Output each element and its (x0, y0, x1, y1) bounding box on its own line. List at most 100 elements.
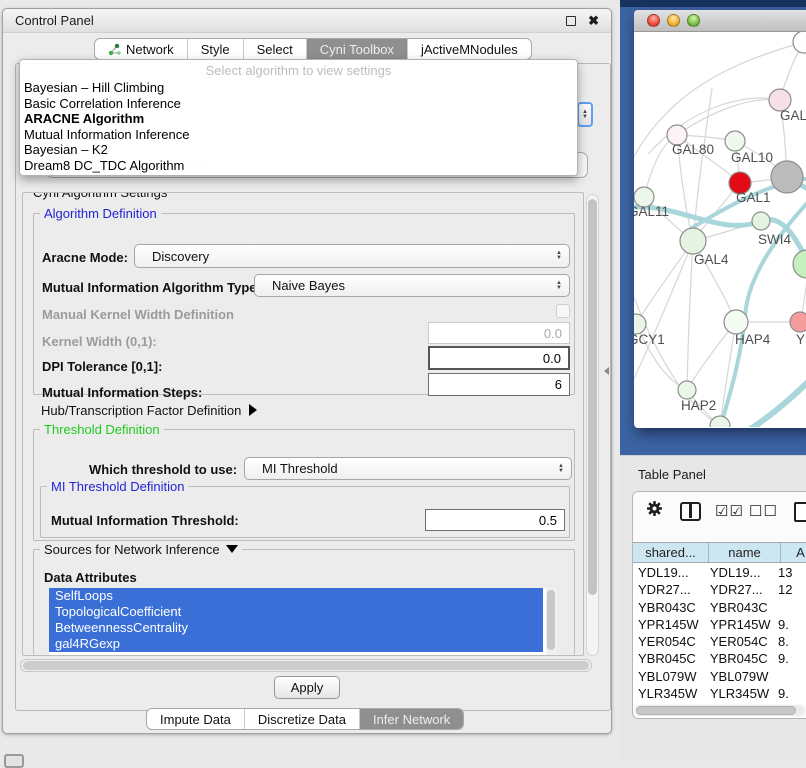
network-edge[interactable] (636, 241, 693, 324)
kernel-width-field[interactable]: 0.0 (428, 322, 570, 344)
mi-steps-label: Mutual Information Steps: (42, 385, 202, 400)
mi-threshold-field[interactable]: 0.5 (425, 509, 565, 531)
node-label-gal11: GAL11 (634, 204, 669, 219)
mi-type-value: Naive Bayes (272, 278, 345, 293)
algorithm-dropdown: Select algorithm to view settings Bayesi… (19, 59, 578, 176)
table-row[interactable]: YPR145WYPR145W9. (633, 616, 806, 633)
table-row[interactable]: YDL19...YDL19...13 (633, 564, 806, 581)
attribute-item-gal4rgexp[interactable]: gal4RGexp (49, 636, 543, 652)
table-cell: YPR145W (633, 616, 705, 633)
table-row[interactable]: YLR345WYLR345W9. (633, 685, 806, 702)
network-node-gal10[interactable] (725, 131, 745, 151)
column-header-a[interactable]: A (781, 543, 806, 562)
dpi-tolerance-value: 0.0 (543, 351, 561, 366)
table-row[interactable]: YER054CYER054C8. (633, 633, 806, 650)
mac-close-button[interactable] (647, 14, 660, 27)
tab-infer-network[interactable]: Infer Network (359, 709, 463, 729)
float-window-icon[interactable] (566, 16, 576, 26)
network-edge[interactable] (687, 241, 693, 390)
algorithm-option-bayesian-k2[interactable]: Bayesian – K2 (20, 142, 577, 158)
select-all-icon[interactable]: ☑☑ (715, 502, 744, 521)
node-label-hap4: HAP4 (735, 332, 771, 347)
table-cell: YIL052C (705, 702, 773, 704)
table-horizontal-scrollbar[interactable] (635, 705, 805, 716)
attribute-item-selfloops[interactable]: SelfLoops (49, 588, 543, 604)
table-panel-title: Table Panel (638, 467, 706, 482)
algorithm-option-dream8-dc-tdc-algorithm[interactable]: Dream8 DC_TDC Algorithm (20, 158, 577, 174)
which-threshold-label: Which threshold to use: (89, 462, 237, 477)
network-node[interactable] (793, 32, 806, 53)
manual-kernel-checkbox[interactable] (556, 304, 570, 318)
kernel-width-value: 0.0 (544, 326, 562, 341)
network-node-y[interactable] (790, 312, 806, 332)
deselect-all-icon[interactable]: ☐☐ (749, 502, 778, 521)
columns-icon[interactable] (680, 502, 701, 521)
algorithm-option-mutual-information-inference[interactable]: Mutual Information Inference (20, 127, 577, 143)
table-cell: YBR043C (633, 599, 705, 616)
mac-zoom-button[interactable] (687, 14, 700, 27)
data-attributes-list[interactable]: SelfLoopsTopologicalCoefficientBetweenne… (49, 588, 557, 656)
close-icon[interactable]: ✖ (588, 16, 599, 26)
tab-network[interactable]: Network (95, 39, 187, 59)
sources-group-title[interactable]: Sources for Network Inference (40, 542, 242, 557)
network-node-swi4[interactable] (752, 212, 770, 230)
dpi-tolerance-field[interactable]: 0.0 (428, 346, 570, 370)
table-cell: 9. (773, 702, 806, 704)
mi-steps-field[interactable]: 6 (428, 373, 570, 396)
tab-label: Infer Network (373, 712, 450, 727)
network-node-gcy1[interactable] (634, 314, 646, 334)
table-cell: 12 (773, 581, 806, 598)
network-node-hap4[interactable] (724, 310, 748, 334)
table-row[interactable]: YIL052CYIL052C9. (633, 702, 806, 704)
tab-label: Style (201, 42, 230, 57)
gear-icon[interactable] (646, 500, 663, 520)
attribute-item-betweennesscentrality[interactable]: BetweennessCentrality (49, 620, 543, 636)
table-cell: YBR045C (633, 650, 705, 667)
tab-select[interactable]: Select (243, 39, 306, 59)
network-canvas[interactable]: GALGAL80GAL10GAL1GAL11SWI4GAL4GCY1HAP4YH… (634, 32, 806, 427)
attributes-scrollbar[interactable] (546, 588, 557, 656)
table-cell: YLR345W (705, 685, 773, 702)
table-row[interactable]: YDR27...YDR27...12 (633, 581, 806, 598)
tab-discretize-data[interactable]: Discretize Data (244, 709, 359, 729)
network-node-hap2[interactable] (678, 381, 696, 399)
algorithm-option-basic-correlation-inference[interactable]: Basic Correlation Inference (20, 96, 577, 112)
tab-cyni-toolbox[interactable]: Cyni Toolbox (306, 39, 407, 59)
hub-definition-toggle[interactable]: Hub/Transcription Factor Definition (41, 403, 257, 418)
split-pane-collapse-arrow[interactable] (604, 367, 609, 375)
mac-minimize-button[interactable] (667, 14, 680, 27)
column-header-name[interactable]: name (709, 543, 781, 562)
tab-style[interactable]: Style (187, 39, 243, 59)
table-row[interactable]: YBR043CYBR043C (633, 599, 806, 616)
algorithm-option-bayesian-hill-climbing[interactable]: Bayesian – Hill Climbing (20, 80, 577, 96)
network-edge[interactable] (677, 99, 780, 135)
network-node-gal4[interactable] (680, 228, 706, 254)
network-edge-highlighted[interactable] (746, 378, 806, 427)
algorithm-dropdown-placeholder: Select algorithm to view settings (20, 60, 577, 80)
column-header-shared[interactable]: shared... (633, 543, 709, 562)
algorithm-option-aracne-algorithm[interactable]: ARACNE Algorithm (20, 111, 577, 127)
table-row[interactable]: YBL079WYBL079W (633, 668, 806, 685)
algorithm-combo-arrows[interactable]: ▲▼ (577, 102, 593, 127)
attribute-item-topologicalcoefficient[interactable]: TopologicalCoefficient (49, 604, 543, 620)
combo-arrows-icon: ▲▼ (556, 251, 562, 261)
tab-impute-data[interactable]: Impute Data (147, 709, 244, 729)
minimized-panel-icon[interactable] (4, 754, 24, 768)
network-node[interactable] (710, 416, 730, 427)
table-header-row: shared...nameA (633, 542, 806, 563)
settings-vertical-scrollbar[interactable] (586, 194, 599, 656)
document-icon[interactable] (794, 502, 806, 522)
table-cell: 13 (773, 564, 806, 581)
network-node[interactable] (793, 250, 806, 278)
sources-group: Sources for Network Inference Data Attri… (33, 549, 575, 655)
tab-jactivemnodules[interactable]: jActiveMNodules (407, 39, 531, 59)
aracne-mode-combo[interactable]: Discovery ▲▼ (134, 244, 570, 268)
table-row[interactable]: YBR045CYBR045C9. (633, 650, 806, 667)
algorithm-definition-group: Algorithm Definition Aracne Mode: Discov… (33, 213, 575, 395)
mi-type-combo[interactable]: Naive Bayes ▲▼ (254, 274, 570, 297)
network-node[interactable] (771, 161, 803, 193)
table-cell: YDR27... (633, 581, 705, 598)
which-threshold-combo[interactable]: MI Threshold ▲▼ (244, 457, 572, 480)
apply-button[interactable]: Apply (274, 676, 340, 699)
settings-horizontal-scrollbar[interactable] (20, 659, 592, 672)
